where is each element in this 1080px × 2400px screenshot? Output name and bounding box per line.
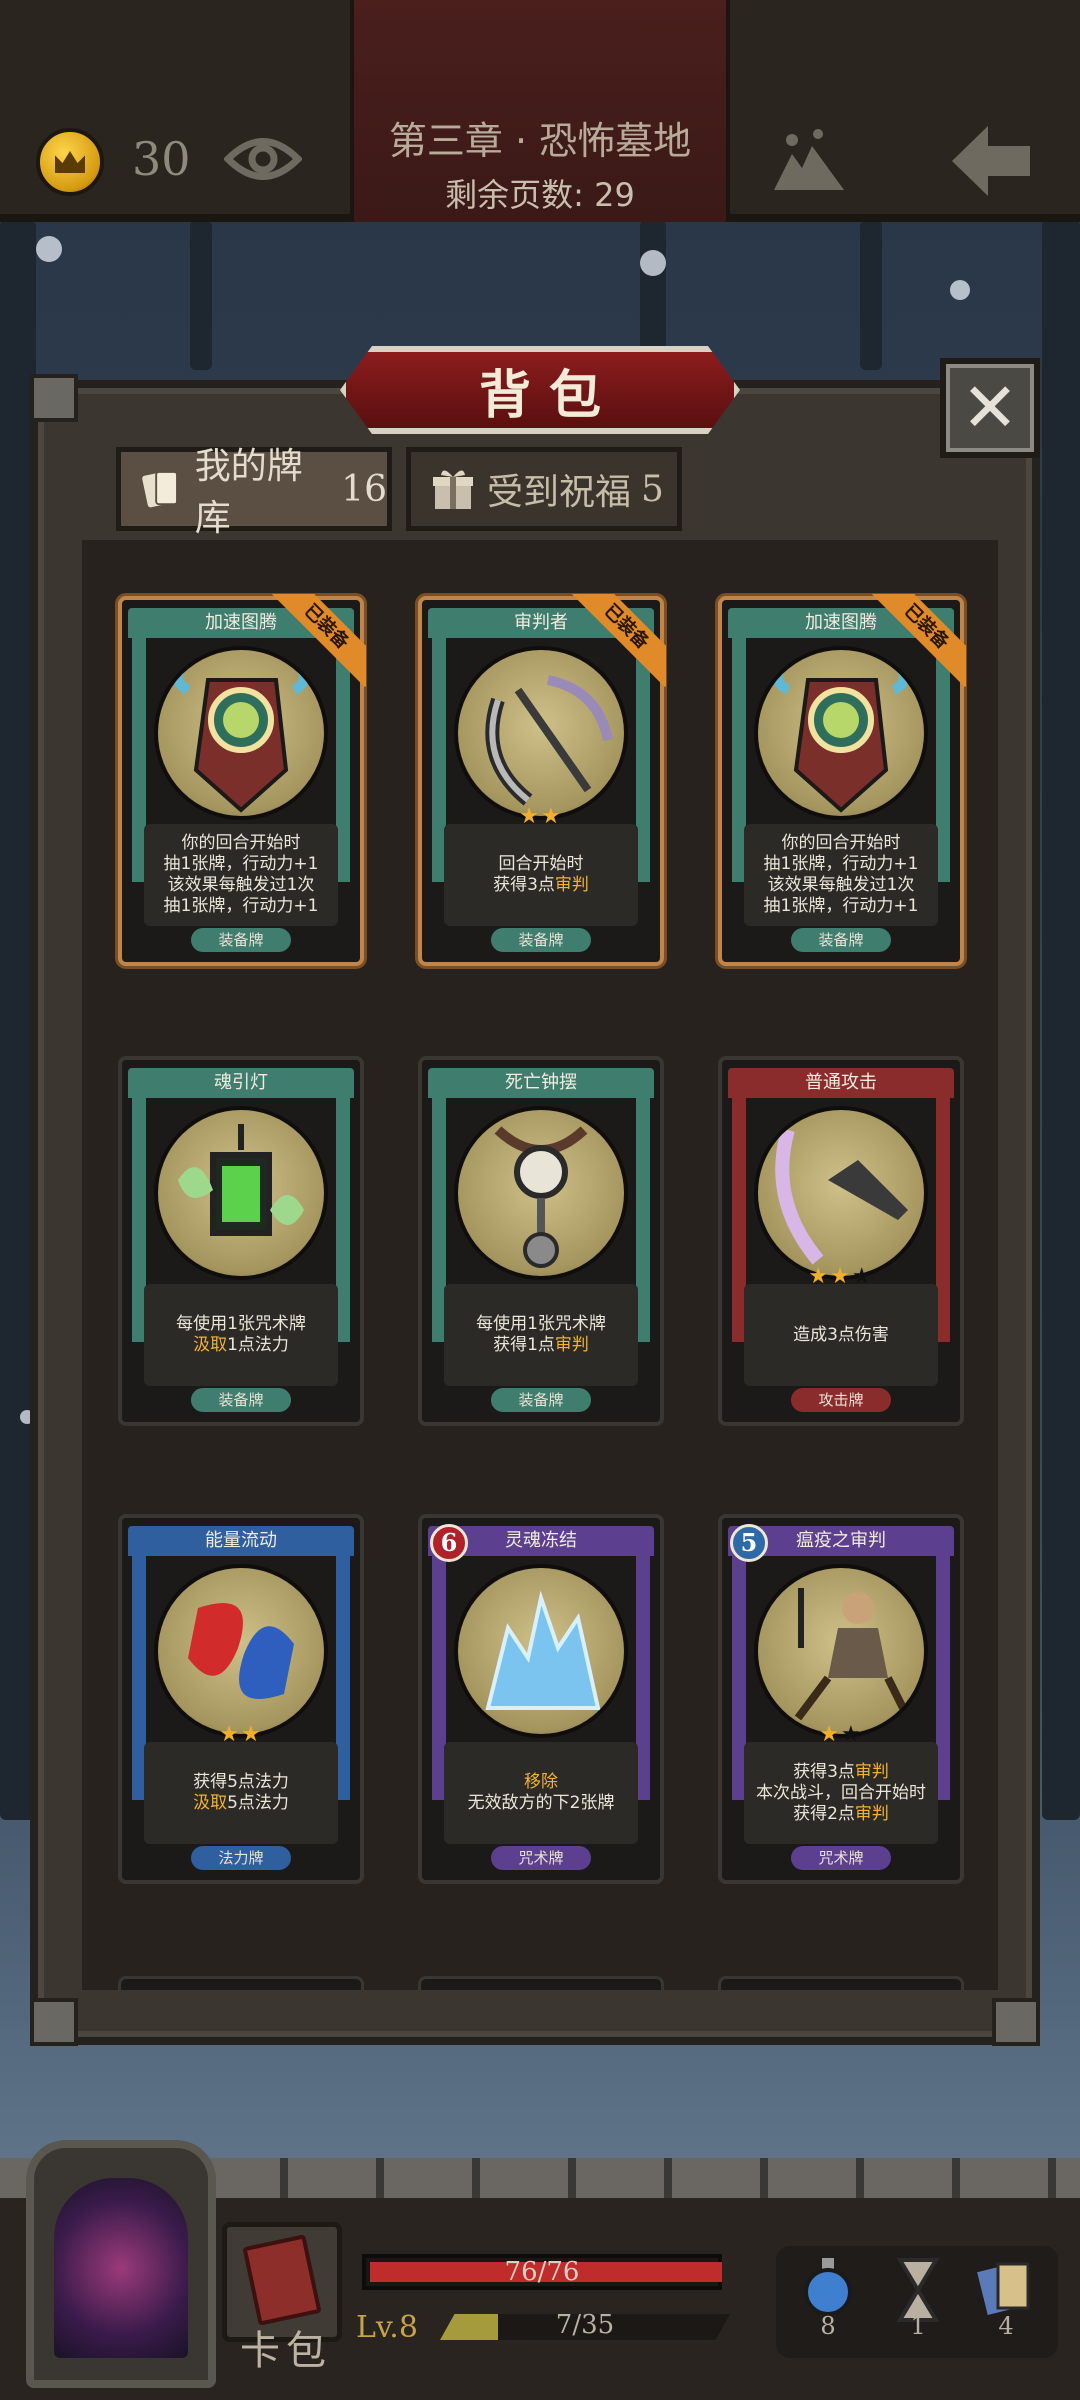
energy-swirl-icon — [154, 1564, 328, 1738]
card-type: 装备牌 — [791, 928, 891, 952]
equipped-badge: 已装备 — [872, 594, 966, 688]
card-name: 能量流动 — [205, 1530, 277, 1551]
tab-label: 我的牌库 — [194, 446, 303, 539]
tab-label: 受到祝福 — [487, 472, 632, 513]
panel-corner — [30, 1998, 78, 2046]
card-judge[interactable]: 审判者 已装备 ★★ 回合开始时 获得3点审判 装备牌 — [418, 594, 666, 966]
card-type: 法力牌 — [191, 1846, 291, 1870]
cards-icon — [142, 470, 178, 508]
eye-icon[interactable] — [224, 130, 302, 188]
card-cost: 5 — [730, 1524, 768, 1562]
card-soul-lantern[interactable]: 魂引灯 每使用1张咒术牌 汲取1点法力 装备牌 — [118, 1056, 364, 1426]
crown-coin-icon — [36, 128, 104, 196]
card-partial[interactable] — [118, 1976, 364, 1990]
back-arrow-icon[interactable] — [950, 124, 1032, 198]
card-name: 死亡钟摆 — [505, 1072, 577, 1093]
card-description: 造成3点伤害 — [744, 1284, 938, 1386]
lantern-icon — [154, 1106, 328, 1280]
card-type: 装备牌 — [191, 1388, 291, 1412]
pages-remaining: 剩余页数: 29 — [445, 176, 635, 214]
card-name: 普通攻击 — [805, 1072, 877, 1093]
card-plague-judgment[interactable]: 瘟疫之审判 5 ★★ 获得3点审判 本次战斗，回合开始时 获得2点审判 咒术牌 — [718, 1514, 964, 1884]
card-death-pendulum[interactable]: 死亡钟摆 每使用1张咒术牌 获得1点审判 装备牌 — [418, 1056, 664, 1426]
potion-count: 8 — [820, 2312, 836, 2340]
card-energy-flow[interactable]: 能量流动 ★★ 获得5点法力 汲取5点法力 法力牌 — [118, 1514, 364, 1884]
close-button[interactable]: ✕ — [940, 358, 1040, 458]
card-partial[interactable] — [718, 1976, 964, 1990]
panel-corner — [992, 1998, 1040, 2046]
card-basic-attack[interactable]: 普通攻击 ★★★ 造成3点伤害 攻击牌 — [718, 1056, 964, 1426]
card-description: 你的回合开始时 抽1张牌，行动力+1 该效果每触发过1次 抽1张牌，行动力+1 — [744, 824, 938, 926]
card-description: 获得5点法力 汲取5点法力 — [144, 1742, 338, 1844]
card-type: 装备牌 — [491, 1388, 591, 1412]
equipped-badge: 已装备 — [572, 594, 666, 688]
card-type: 咒术牌 — [491, 1846, 591, 1870]
tab-count: 16 — [341, 468, 387, 510]
tab-my-deck[interactable]: 我的牌库 16 — [116, 446, 392, 539]
chapter-title: 第三章 · 恐怖墓地 — [388, 119, 692, 163]
card-soul-freeze[interactable]: 灵魂冻结 6 移除 无效敌方的下2张牌 咒术牌 — [418, 1514, 664, 1884]
card-description: 你的回合开始时 抽1张牌，行动力+1 该效果每触发过1次 抽1张牌，行动力+1 — [144, 824, 338, 926]
level-label: Lv.8 — [356, 2310, 418, 2345]
snowflake — [640, 250, 666, 276]
card-accel-totem[interactable]: 加速图腾 已装备 你的回合开始时 抽1张牌，行动力+1 该效果每触发过1次 抽1张牌… — [718, 594, 966, 966]
hero-portrait[interactable] — [26, 2140, 216, 2388]
card-partial[interactable] — [418, 1976, 664, 1990]
cards-count: 4 — [998, 2312, 1014, 2340]
card-type: 攻击牌 — [791, 1388, 891, 1412]
gold-count: 30 — [132, 132, 191, 186]
card-name: 魂引灯 — [214, 1072, 268, 1093]
hero-avatar — [54, 2178, 188, 2358]
hourglass-count: 1 — [910, 2312, 926, 2340]
snowflake — [950, 280, 970, 300]
card-cost: 6 — [430, 1524, 468, 1562]
dialog-title: 背包 — [478, 365, 619, 426]
card-accel-totem[interactable]: 加速图腾 已装备 你的回合开始时 抽1张牌，行动力+1 该效果每触发过1次 抽1张牌… — [118, 594, 366, 966]
equipped-badge: 已装备 — [272, 594, 366, 688]
tab-blessings[interactable]: 受到祝福 5 — [406, 447, 682, 531]
tab-count: 5 — [641, 468, 664, 510]
close-icon: ✕ — [961, 368, 1019, 448]
card-description: 回合开始时 获得3点审判 — [444, 824, 638, 926]
ice-spirit-icon — [454, 1564, 628, 1738]
plague-victim-icon — [754, 1564, 928, 1738]
dialog-title-banner: 背包 — [340, 346, 740, 434]
card-description: 每使用1张咒术牌 汲取1点法力 — [144, 1284, 338, 1386]
card-description: 每使用1张咒术牌 获得1点审判 — [444, 1284, 638, 1386]
card-type: 咒术牌 — [791, 1846, 891, 1870]
panel-corner — [30, 374, 78, 422]
map-icon[interactable] — [770, 128, 848, 194]
slash-blade-icon — [754, 1106, 928, 1280]
xp-text: 7/35 — [555, 2310, 615, 2340]
gift-icon — [433, 470, 473, 509]
snowflake — [36, 236, 62, 262]
card-description: 获得3点审判 本次战斗，回合开始时 获得2点审判 — [744, 1742, 938, 1844]
deck-label: 卡包 — [240, 2328, 332, 2374]
card-type: 装备牌 — [491, 928, 591, 952]
card-type: 装备牌 — [191, 928, 291, 952]
pendulum-clock-icon — [454, 1106, 628, 1280]
hp-text: 76/76 — [504, 2257, 580, 2287]
card-description: 移除 无效敌方的下2张牌 — [444, 1742, 638, 1844]
